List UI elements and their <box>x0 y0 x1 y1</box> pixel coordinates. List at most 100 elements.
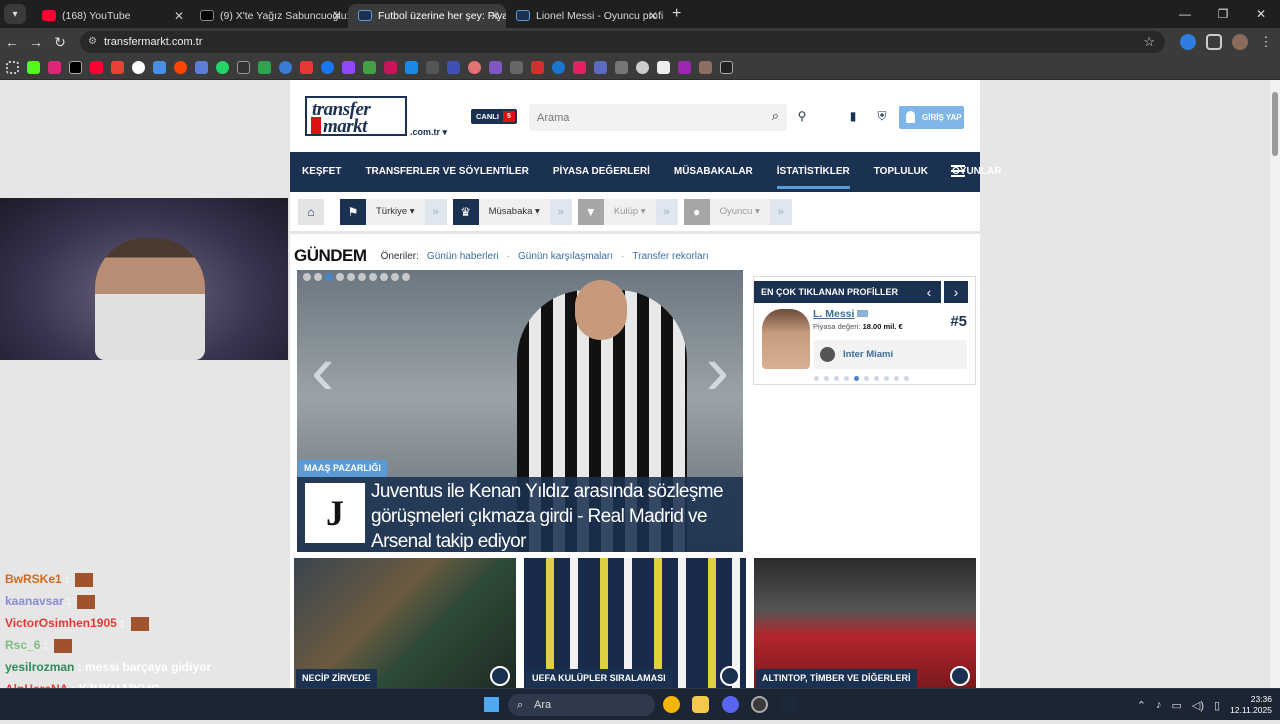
news-card[interactable]: UEFA KULÜPLER SIRALAMASI <box>524 558 746 688</box>
bookmark-site-icon[interactable] <box>426 61 439 74</box>
extension-icon[interactable] <box>1180 34 1196 50</box>
bookmark-reddit-icon[interactable] <box>174 61 187 74</box>
bookmark-site-icon[interactable] <box>258 61 271 74</box>
pagination-dot[interactable] <box>814 376 819 381</box>
nav-kesfet[interactable]: KEŞFET <box>302 152 341 192</box>
link-daily-matches[interactable]: Günün karşılaşmaları <box>518 251 613 262</box>
bookmark-site-icon[interactable] <box>405 61 418 74</box>
url-field[interactable]: ⚙ transfermarkt.com.tr ☆ <box>80 31 1165 53</box>
widget-next-button[interactable]: › <box>944 281 968 303</box>
country-selector[interactable]: ⚑ Türkiye ▾ » <box>340 198 447 225</box>
tab-youtube[interactable]: (168) YouTube ✕ <box>32 4 190 28</box>
news-caption[interactable]: J Juventus ile Kenan Yıldız arasında söz… <box>297 477 743 552</box>
maximize-icon[interactable]: ❐ <box>1204 0 1242 28</box>
network-icon[interactable]: ▭ <box>1171 699 1181 712</box>
carousel-dot[interactable] <box>314 273 322 281</box>
user-search-icon[interactable]: ⚲ <box>795 109 809 123</box>
live-matches-badge[interactable]: CANLI 5 <box>471 109 517 124</box>
close-tab-icon[interactable]: ✕ <box>174 4 184 28</box>
apps-grid-icon[interactable] <box>6 61 19 74</box>
bookmark-site-icon[interactable] <box>678 61 691 74</box>
taskbar-search[interactable]: ⌕ Ara <box>508 694 655 716</box>
bookmark-twitch-icon[interactable] <box>342 61 355 74</box>
home-crumb[interactable]: ⌂ <box>298 198 324 225</box>
bookmark-x-icon[interactable] <box>69 61 82 74</box>
bookmark-site-icon[interactable] <box>510 61 523 74</box>
bookmark-site-icon[interactable] <box>699 61 712 74</box>
shield-icon[interactable]: ⛨ <box>875 109 889 123</box>
close-tab-icon[interactable]: ✕ <box>332 4 342 28</box>
bookmark-facebook-icon[interactable] <box>321 61 334 74</box>
reload-icon[interactable]: ↻ <box>48 34 72 51</box>
obs-app-icon[interactable] <box>751 696 768 713</box>
carousel-dot[interactable] <box>358 273 366 281</box>
carousel-dot[interactable] <box>391 273 399 281</box>
nav-competitions[interactable]: MÜSABAKALAR <box>674 152 753 192</box>
transfermarkt-logo[interactable]: transfer markt <box>305 96 407 137</box>
widget-prev-button[interactable]: ‹ <box>917 281 941 303</box>
player-portrait[interactable] <box>762 309 810 369</box>
competition-selector[interactable]: ♛ Müsabaka ▾ » <box>452 198 572 225</box>
country-domain-selector[interactable]: .com.tr ▾ <box>410 127 447 138</box>
bookmark-whatsapp-icon[interactable] <box>216 61 229 74</box>
menu-kebab-icon[interactable]: ⋮ <box>1258 34 1274 50</box>
bookmark-site-icon[interactable] <box>195 61 208 74</box>
pagination-dot[interactable] <box>854 376 859 381</box>
pagination-dot[interactable] <box>864 376 869 381</box>
bookmark-site-icon[interactable] <box>237 61 250 74</box>
news-category-tag[interactable]: MAAŞ PAZARLIĞI <box>298 460 387 477</box>
nav-transfers[interactable]: TRANSFERLER VE SÖYLENTİLER <box>365 152 528 192</box>
pagination-dot[interactable] <box>824 376 829 381</box>
volume-icon[interactable]: ◁) <box>1192 699 1204 712</box>
link-daily-news[interactable]: Günün haberleri <box>427 251 499 262</box>
carousel-dot[interactable] <box>303 273 311 281</box>
close-window-icon[interactable]: ✕ <box>1242 0 1280 28</box>
bookmark-site-icon[interactable] <box>573 61 586 74</box>
pagination-dot[interactable] <box>894 376 899 381</box>
new-tab-button[interactable]: + <box>672 5 681 23</box>
bookmark-site-icon[interactable] <box>153 61 166 74</box>
bookmark-youtube-icon[interactable] <box>90 61 103 74</box>
tab-x-twitter[interactable]: (9) X'te Yağız Sabuncuoğlu: " ✕ <box>190 4 348 28</box>
bookmark-site-icon[interactable] <box>468 61 481 74</box>
bookmark-gmail-icon[interactable] <box>111 61 124 74</box>
bookmark-site-icon[interactable] <box>531 61 544 74</box>
profile-avatar-icon[interactable] <box>1232 34 1248 50</box>
hamburger-menu-icon[interactable] <box>951 165 965 177</box>
chrome-app-icon[interactable] <box>663 696 680 713</box>
nav-market-values[interactable]: PİYASA DEĞERLERİ <box>553 152 650 192</box>
bookmark-kick-icon[interactable] <box>27 61 40 74</box>
bookmark-site-icon[interactable] <box>447 61 460 74</box>
bookmark-site-icon[interactable] <box>594 61 607 74</box>
carousel-next-icon[interactable]: › <box>706 330 729 410</box>
forward-icon[interactable]: → <box>24 34 48 50</box>
scrollbar-thumb[interactable] <box>1272 92 1278 156</box>
close-tab-icon[interactable]: ✕ <box>490 4 500 28</box>
bookmark-site-icon[interactable] <box>489 61 502 74</box>
bookmark-site-icon[interactable] <box>552 61 565 74</box>
bookmark-site-icon[interactable] <box>300 61 313 74</box>
pagination-dot[interactable] <box>844 376 849 381</box>
minimize-icon[interactable]: — <box>1166 0 1204 28</box>
nav-community[interactable]: TOPLULUK <box>874 152 928 192</box>
pagination-dot[interactable] <box>884 376 889 381</box>
tab-transfermarkt-home[interactable]: Futbol üzerine her şey: Piyasa D ✕ <box>348 4 506 28</box>
carousel-dot[interactable] <box>325 273 333 281</box>
file-explorer-icon[interactable] <box>692 696 709 713</box>
clock[interactable]: 23:36 12.11.2025 <box>1230 694 1272 716</box>
club-selector[interactable]: ▼ Kulüp ▾ » <box>577 198 678 225</box>
carousel-prev-icon[interactable]: ‹ <box>311 330 334 410</box>
close-tab-icon[interactable]: ✕ <box>648 4 658 28</box>
site-info-icon[interactable]: ⚙ <box>88 31 97 53</box>
bookmark-site-icon[interactable] <box>657 61 670 74</box>
extensions-puzzle-icon[interactable] <box>1206 34 1222 50</box>
tray-overflow-icon[interactable]: ⌃ <box>1137 699 1146 712</box>
tab-search-button[interactable]: ▾ <box>4 4 26 24</box>
login-button[interactable]: GİRİŞ YAP <box>899 106 964 129</box>
microphone-icon[interactable]: ♪ <box>1156 699 1162 711</box>
carousel-dot[interactable] <box>402 273 410 281</box>
bookmark-instagram-icon[interactable] <box>48 61 61 74</box>
bookmark-star-icon[interactable]: ☆ <box>1143 31 1155 53</box>
carousel-dot[interactable] <box>380 273 388 281</box>
club-link[interactable]: Inter Miami <box>814 340 967 369</box>
